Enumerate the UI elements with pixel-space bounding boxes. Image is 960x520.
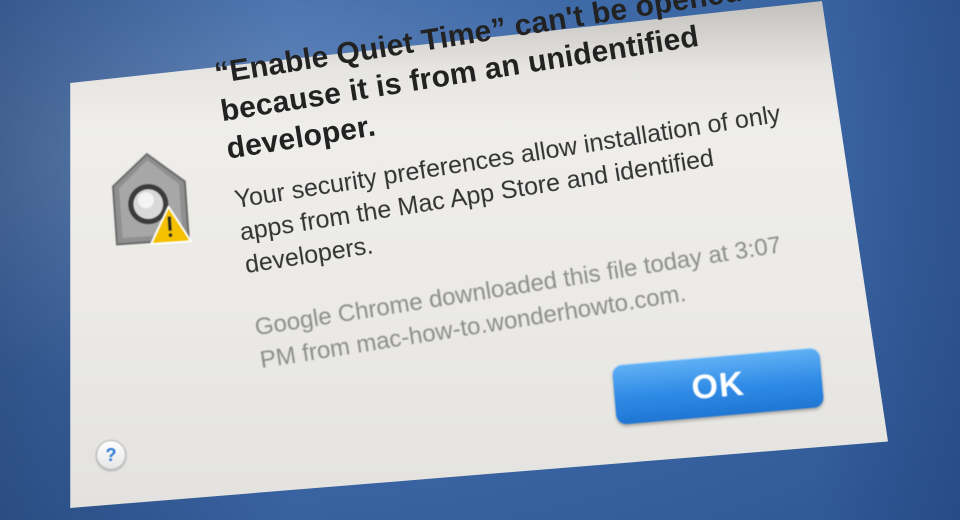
gatekeeper-lock-icon: [107, 147, 194, 252]
dialog-message: “Enable Quiet Time” can't be opened beca…: [212, 0, 816, 377]
help-button[interactable]: ?: [96, 440, 126, 470]
ok-button[interactable]: OK: [611, 347, 825, 425]
dialog-content: “Enable Quiet Time” can't be opened beca…: [0, 0, 960, 520]
